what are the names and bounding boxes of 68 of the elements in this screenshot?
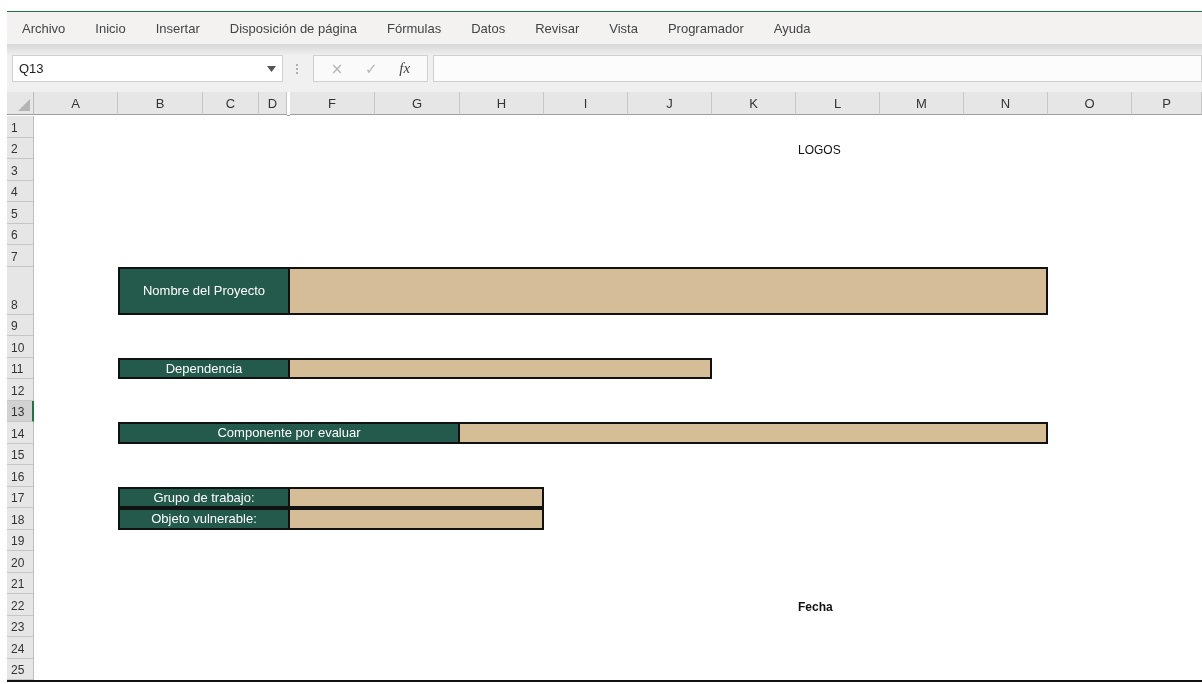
row-header[interactable]: 22 [7, 594, 34, 616]
input-field[interactable] [290, 508, 544, 530]
name-box[interactable]: Q13 [12, 55, 283, 82]
row-header[interactable]: 11 [7, 357, 34, 379]
input-field[interactable] [460, 422, 1048, 444]
row-header[interactable]: 19 [7, 529, 34, 551]
insert-function-button[interactable]: fx [399, 60, 411, 77]
row-header[interactable]: 10 [7, 336, 34, 358]
menu-tab[interactable]: Disposición de página [229, 20, 357, 36]
row-header[interactable]: 8 [7, 266, 34, 315]
row-header[interactable]: 14 [7, 422, 34, 444]
menu-tab[interactable]: Revisar [535, 20, 580, 36]
input-field[interactable] [290, 266, 1048, 315]
column-header[interactable]: G [375, 92, 460, 115]
menu-tab[interactable]: Vista [609, 20, 638, 36]
row-header[interactable]: 23 [7, 615, 34, 637]
column-header[interactable]: A [34, 92, 118, 115]
row-header[interactable]: 3 [7, 159, 34, 181]
row-header[interactable]: 16 [7, 465, 34, 487]
row-header[interactable]: 15 [7, 443, 34, 465]
menu-tab[interactable]: Inicio [95, 20, 126, 36]
cell-text: Fecha [797, 599, 834, 616]
input-field[interactable] [290, 486, 544, 508]
menu-tab[interactable]: Ayuda [773, 20, 811, 36]
column-header[interactable]: B [118, 92, 203, 115]
field-label: Nombre del Proyecto [118, 266, 290, 315]
column-header[interactable]: K [712, 92, 796, 115]
row-header[interactable]: 21 [7, 572, 34, 594]
column-header[interactable]: D [259, 92, 287, 115]
row-header[interactable]: 2 [7, 137, 34, 159]
column-header[interactable]: N [964, 92, 1048, 115]
field-label: Componente por evaluar [118, 422, 460, 444]
column-header[interactable]: H [460, 92, 544, 115]
cell-text: LOGOS [797, 143, 842, 159]
menu-tab[interactable]: Insertar [155, 20, 200, 36]
field-label: Dependencia [118, 357, 290, 379]
row-header[interactable]: 5 [7, 202, 34, 224]
triangle-icon [18, 99, 30, 111]
column-header[interactable]: C [203, 92, 259, 115]
column-header[interactable]: P [1132, 92, 1202, 115]
column-header[interactable]: I [544, 92, 628, 115]
row-header[interactable]: 9 [7, 314, 34, 336]
row-header[interactable]: 6 [7, 223, 34, 245]
menu-tab[interactable]: Datos [471, 20, 506, 36]
row-header[interactable]: 17 [7, 486, 34, 508]
field-label: Grupo de trabajo: [118, 486, 290, 508]
menu-tab[interactable]: Programador [667, 20, 744, 36]
input-field[interactable] [290, 357, 712, 379]
row-header[interactable]: 20 [7, 551, 34, 573]
row-header[interactable]: 1 [7, 116, 34, 138]
field-label: Objeto vulnerable: [118, 508, 290, 530]
row-header[interactable]: 13 [7, 400, 34, 422]
row-header[interactable]: 7 [7, 245, 34, 267]
row-header[interactable]: 12 [7, 379, 34, 401]
menu-tab[interactable]: Archivo [22, 20, 66, 36]
grip-icon [295, 63, 299, 75]
row-header[interactable]: 18 [7, 508, 34, 530]
column-header[interactable]: M [880, 92, 964, 115]
menu-tab[interactable]: Fórmulas [387, 20, 442, 36]
formula-field[interactable] [433, 55, 1202, 82]
column-header[interactable]: J [628, 92, 712, 115]
caret-icon [267, 65, 276, 72]
row-header[interactable]: 25 [7, 658, 34, 680]
row-header[interactable]: 24 [7, 637, 34, 659]
column-header[interactable]: L [796, 92, 880, 115]
column-header[interactable]: F [290, 92, 375, 115]
row-header[interactable]: 4 [7, 180, 34, 202]
column-header[interactable]: O [1048, 92, 1132, 115]
